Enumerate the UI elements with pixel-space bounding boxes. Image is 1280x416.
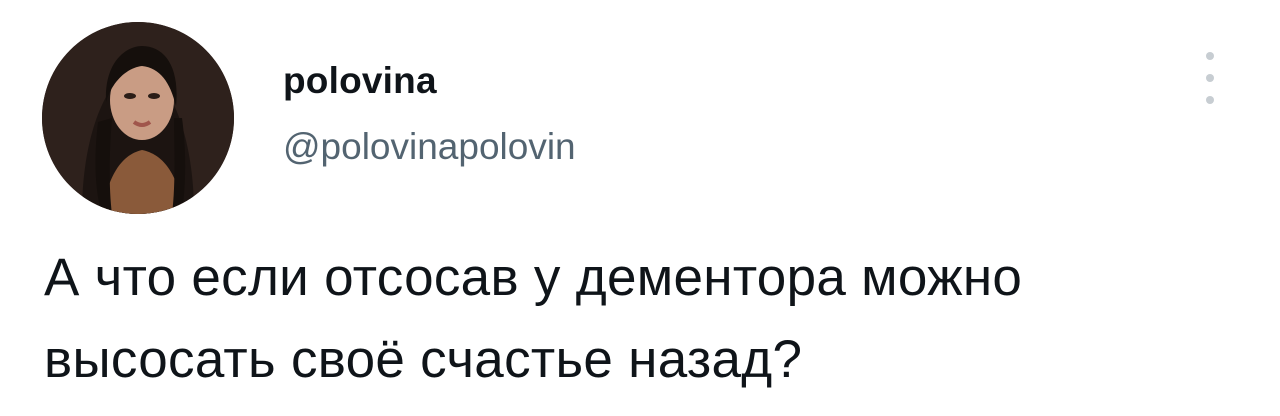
more-dot: [1206, 74, 1214, 82]
author-display-name[interactable]: polovina: [283, 62, 437, 99]
author-handle[interactable]: @polovinapolovin: [283, 128, 576, 165]
tweet-card: polovina @polovinapolovin А что если отс…: [0, 0, 1280, 416]
tweet-text-line: высосать своё счастье назад?: [44, 330, 803, 389]
more-vertical-icon[interactable]: [1198, 52, 1222, 104]
avatar-photo: [42, 22, 234, 214]
more-dot: [1206, 96, 1214, 104]
avatar[interactable]: [42, 22, 234, 214]
tweet-text: А что если отсосав у дементора можно выс…: [44, 237, 1244, 401]
more-dot: [1206, 52, 1214, 60]
tweet-text-line: А что если отсосав у дементора можно: [44, 248, 1023, 307]
